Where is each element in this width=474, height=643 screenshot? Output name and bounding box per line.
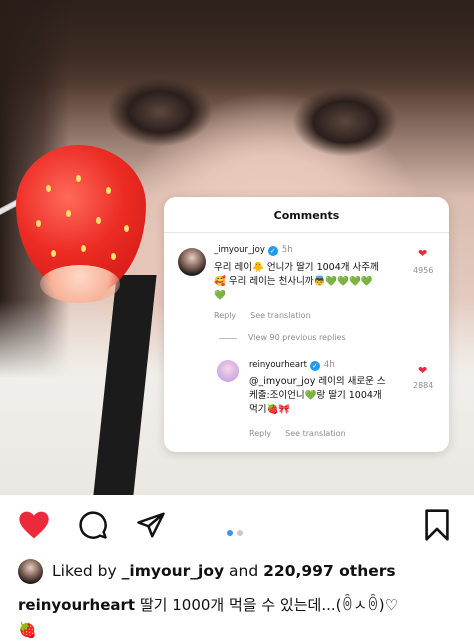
liked-by-text[interactable]: Liked by _imyour_joy and 220,997 others: [52, 562, 396, 580]
reply-username[interactable]: reinyourheart: [249, 360, 307, 370]
reply-button[interactable]: Reply: [214, 311, 236, 320]
reply-time: 4h: [323, 360, 335, 370]
carousel-indicator: [227, 521, 247, 540]
reply-like-heart-icon[interactable]: ❤: [418, 364, 427, 377]
carousel-dot: [237, 530, 243, 536]
comment-username-row[interactable]: _imyour_joy ✓ 5h: [214, 245, 293, 256]
see-translation-button[interactable]: See translation: [250, 311, 310, 320]
liked-by-avatar[interactable]: [18, 559, 43, 584]
replies-line: [219, 338, 237, 339]
see-translation-button[interactable]: See translation: [285, 429, 345, 438]
comment-time: 5h: [281, 245, 293, 255]
heart-filled-icon[interactable]: [18, 510, 50, 540]
reply-text: @_imyour_joy 레이의 새로운 스 케줄:조이언니💚랑 딸기 1004…: [249, 376, 386, 415]
verified-icon: ✓: [309, 361, 320, 371]
comment-text: 우리 레이🐥 언니가 딸기 1004개 사주께 🥰 우리 레이는 천사니까👼💚💚…: [214, 262, 379, 301]
comments-title: Comments: [273, 209, 340, 222]
verified-icon: ✓: [267, 246, 278, 256]
caption: reinyourheart 딸기 1000개 먹을 수 있는데...(ꉺㅅꉺ)♡…: [18, 593, 468, 643]
comment-icon[interactable]: [78, 510, 108, 540]
caption-text: 딸기 1000개 먹을 수 있는데...(ꉺㅅꉺ)♡: [139, 596, 399, 614]
comment-like-count: 4956: [413, 266, 434, 275]
avatar[interactable]: [217, 360, 239, 382]
send-icon[interactable]: [136, 510, 166, 540]
strawberry-top: [40, 265, 120, 303]
reply-button[interactable]: Reply: [249, 429, 271, 438]
comment-username[interactable]: _imyour_joy: [214, 245, 265, 255]
caption-username[interactable]: reinyourheart: [18, 596, 135, 614]
divider: [164, 232, 449, 233]
likes-count[interactable]: 220,997 others: [263, 562, 395, 580]
reply-username-row[interactable]: reinyourheart ✓ 4h: [249, 360, 335, 371]
bookmark-icon[interactable]: [424, 509, 450, 541]
liked-by-user[interactable]: _imyour_joy: [122, 562, 224, 580]
comment-like-heart-icon[interactable]: ❤: [418, 247, 427, 260]
carousel-dot-active: [227, 530, 233, 536]
caption-emoji: 🍓: [18, 621, 37, 639]
view-replies-button[interactable]: View 90 previous replies: [248, 333, 346, 342]
reply-like-count: 2884: [413, 381, 434, 390]
comment-meta: Reply See translation: [214, 311, 325, 320]
avatar[interactable]: [178, 248, 206, 276]
hair-region: [0, 0, 474, 92]
reply-meta: Reply See translation: [249, 429, 360, 438]
